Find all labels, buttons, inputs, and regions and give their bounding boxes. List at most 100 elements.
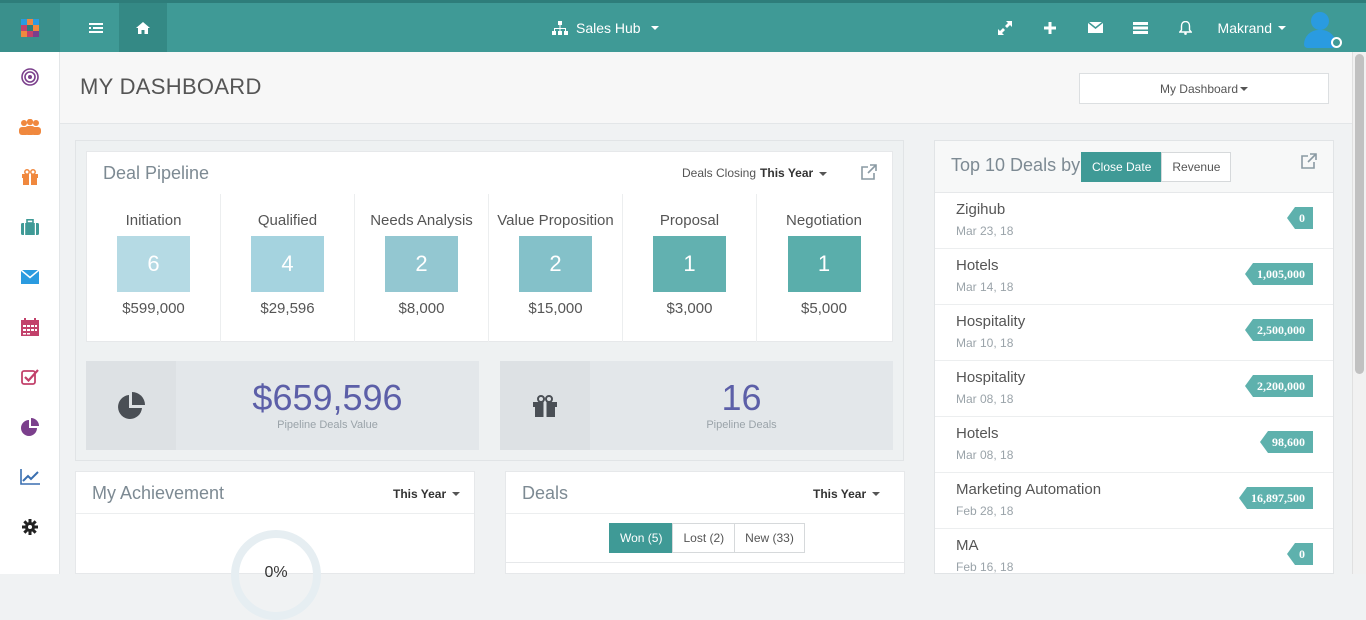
deals-title: Deals [522, 483, 569, 503]
stage-name: Qualified [257, 212, 318, 229]
stage-count: 1 [787, 236, 861, 292]
pipeline-deals-card: 16 Pipeline Deals [500, 361, 893, 450]
user-menu[interactable]: Makrand [1218, 20, 1286, 36]
deal-date: Mar 08, 18 [956, 392, 1014, 406]
hub-label: Sales Hub [576, 19, 641, 36]
stage-name: Proposal [659, 212, 720, 229]
deal-date: Mar 23, 18 [956, 224, 1014, 238]
stage-amount: $3,000 [666, 300, 713, 317]
page-scrollbar[interactable] [1352, 52, 1366, 574]
sidebar [0, 52, 60, 574]
sidebar-item-accounts[interactable] [0, 212, 60, 242]
top-navbar: Sales Hub Makrand [0, 0, 1366, 52]
stage-amount: $8,000 [398, 300, 445, 317]
chevron-down-icon [452, 492, 461, 496]
deal-date: Mar 08, 18 [956, 448, 1014, 462]
sidebar-item-analytics[interactable] [0, 462, 60, 492]
gift-icon [22, 169, 38, 185]
stage-name: Needs Analysis [370, 212, 473, 229]
chevron-down-icon [650, 25, 659, 30]
menu-toggle-button[interactable] [72, 3, 120, 52]
deal-date: Mar 14, 18 [956, 280, 1014, 294]
envelope-icon [1087, 22, 1103, 33]
pipeline-stage-initiation[interactable]: Initiation 6 $599,000 [87, 194, 221, 342]
achievement-donut: 0% [231, 530, 321, 620]
pipeline-stage-proposal[interactable]: Proposal 1 $3,000 [623, 194, 757, 342]
deal-value-badge: 2,200,000 [1245, 375, 1313, 397]
stage-count: 2 [519, 236, 592, 292]
pipeline-stage-value-proposition[interactable]: Value Proposition 2 $15,000 [489, 194, 623, 342]
pipeline-stage-qualified[interactable]: Qualified 4 $29,596 [221, 194, 355, 342]
sort-close-date-button[interactable]: Close Date [1081, 152, 1163, 182]
pipeline-value-label: Pipeline Deals Value [277, 419, 378, 431]
calendar-icon [21, 318, 39, 336]
deal-name: Marketing Automation [956, 481, 1102, 498]
achievement-period: This Year [393, 487, 447, 501]
tab-won[interactable]: Won (5) [609, 523, 674, 553]
list-item[interactable]: Hospitality Mar 08, 18 2,200,000 [935, 361, 1333, 417]
pipeline-deals-label: Pipeline Deals [706, 419, 777, 431]
pipeline-stage-negotiation[interactable]: Negotiation 1 $5,000 [757, 194, 891, 342]
scrollbar-thumb[interactable] [1355, 54, 1364, 374]
tab-lost[interactable]: Lost (2) [672, 523, 736, 553]
list-item[interactable]: Zigihub Mar 23, 18 0 [935, 193, 1333, 249]
achievement-title: My Achievement [92, 483, 225, 503]
deals-closing-filter[interactable]: Deals Closing This Year [682, 166, 827, 180]
achievement-period-dropdown[interactable]: This Year [393, 487, 461, 501]
list-item[interactable]: Hospitality Mar 10, 18 2,500,000 [935, 305, 1333, 361]
stage-amount: $29,596 [260, 300, 315, 317]
pipeline-value: $659,596 [252, 377, 403, 418]
deal-name: Hospitality [956, 313, 1026, 330]
online-status-icon [1331, 36, 1342, 48]
deals-period-dropdown[interactable]: This Year [813, 487, 881, 501]
sidebar-item-email[interactable] [0, 262, 60, 292]
deal-name: Hotels [956, 257, 999, 274]
expand-icon [998, 20, 1013, 35]
menu-icon [89, 22, 103, 33]
stage-count: 1 [653, 236, 726, 292]
external-link-icon[interactable] [1300, 152, 1318, 170]
sidebar-item-settings[interactable] [0, 512, 60, 542]
top-deals-title: Top 10 Deals by [951, 155, 1081, 175]
sidebar-item-reports[interactable] [0, 412, 60, 442]
deal-date: Feb 28, 18 [956, 504, 1014, 518]
target-icon [21, 68, 39, 86]
dashboard-select[interactable]: My Dashboard [1079, 73, 1329, 104]
sidebar-item-deals[interactable] [0, 162, 60, 192]
deals-list-scroll[interactable] [506, 562, 904, 575]
fullscreen-button[interactable] [983, 3, 1028, 52]
messages-button[interactable] [1073, 3, 1118, 52]
gift-icon [500, 361, 590, 450]
deal-value-badge: 0 [1287, 207, 1313, 229]
list-item[interactable]: Hotels Mar 08, 18 98,600 [935, 417, 1333, 473]
list-item[interactable]: Marketing Automation Feb 28, 18 16,897,5… [935, 473, 1333, 529]
list-item[interactable]: Hotels Mar 14, 18 1,005,000 [935, 249, 1333, 305]
home-button[interactable] [119, 3, 167, 52]
tasks-list-button[interactable] [1118, 3, 1163, 52]
pipeline-section: Deal Pipeline Deals Closing This Year Ini… [75, 140, 904, 461]
sidebar-item-contacts[interactable] [0, 112, 60, 142]
page-title: MY DASHBOARD [80, 74, 262, 99]
sidebar-item-tasks[interactable] [0, 362, 60, 392]
sitemap-icon [552, 20, 568, 35]
stage-amount: $15,000 [528, 300, 583, 317]
add-button[interactable] [1028, 3, 1073, 52]
hub-switcher[interactable]: Sales Hub [552, 3, 659, 52]
sidebar-item-calendar[interactable] [0, 312, 60, 342]
avatar[interactable] [1300, 8, 1342, 48]
app-logo[interactable] [0, 3, 60, 52]
pipeline-stage-needs-analysis[interactable]: Needs Analysis 2 $8,000 [355, 194, 489, 342]
stage-amount: $5,000 [801, 300, 847, 317]
notifications-button[interactable] [1163, 3, 1208, 52]
sort-revenue-button[interactable]: Revenue [1161, 152, 1232, 182]
gear-icon [22, 519, 38, 535]
list-item[interactable]: MA Feb 16, 18 0 [935, 529, 1333, 585]
sidebar-item-goals[interactable] [0, 62, 60, 92]
stage-name: Value Proposition [497, 212, 614, 229]
chevron-down-icon [1240, 86, 1249, 91]
deals-closing-label: Deals Closing [682, 166, 757, 180]
tab-new[interactable]: New (33) [734, 523, 805, 553]
top-deals-header: Top 10 Deals by Close Date Revenue [935, 141, 1333, 193]
external-link-icon[interactable] [860, 163, 878, 181]
plus-icon [1044, 21, 1057, 34]
